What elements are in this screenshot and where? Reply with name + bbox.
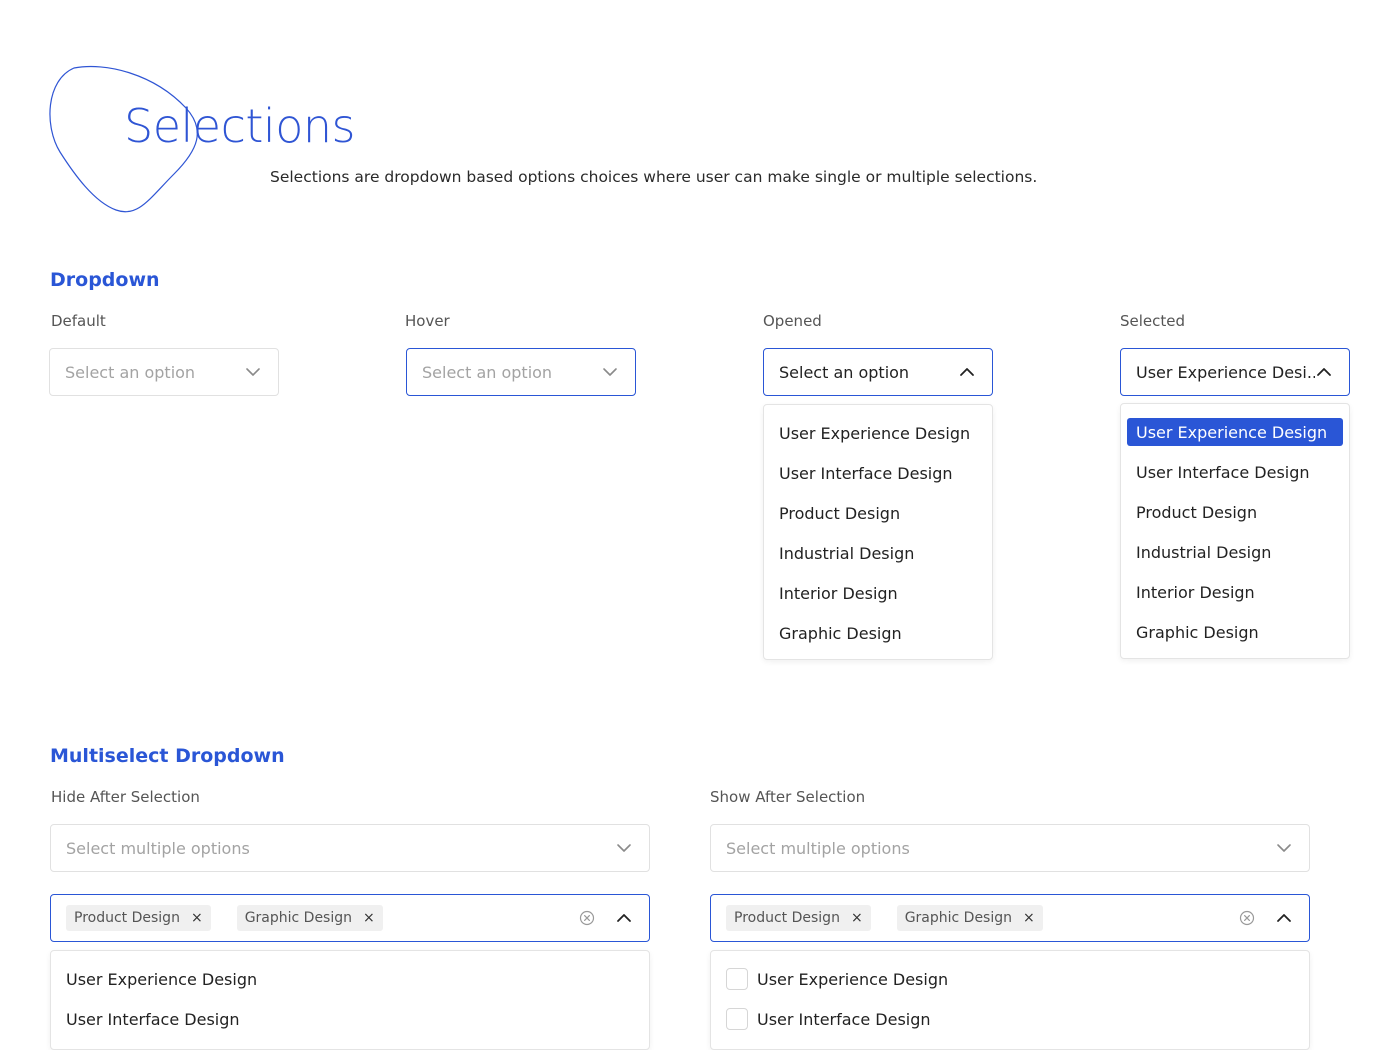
dropdown-option[interactable]: User Interface Design <box>1121 452 1349 492</box>
dropdown-opened[interactable]: Select an option <box>763 348 993 396</box>
multiselect-show-empty[interactable]: Select multiple options <box>710 824 1310 872</box>
close-icon[interactable]: × <box>363 910 375 926</box>
section-title-multiselect: Multiselect Dropdown <box>50 745 285 767</box>
chevron-down-icon <box>601 363 619 381</box>
multiselect-option[interactable]: User Interface Design <box>51 999 649 1039</box>
page-subtitle: Selections are dropdown based options ch… <box>270 168 1038 186</box>
multiselect-option[interactable]: User Experience Design <box>711 959 1309 999</box>
chip-label: Product Design <box>734 910 840 926</box>
dropdown-option[interactable]: Industrial Design <box>764 533 992 573</box>
chip-label: Graphic Design <box>244 910 353 926</box>
dropdown-option[interactable]: Graphic Design <box>1121 612 1349 652</box>
dropdown-option[interactable]: Product Design <box>1121 492 1349 532</box>
page-title: Selections <box>124 99 355 153</box>
chip-list: Product Design × Graphic Design × <box>726 905 1239 931</box>
chevron-up-icon <box>615 909 633 927</box>
chevron-down-icon <box>615 839 633 857</box>
dropdown-placeholder: Select an option <box>422 362 553 382</box>
checkbox[interactable] <box>726 1008 748 1030</box>
dropdown-selected[interactable]: User Experience Desi.. <box>1120 348 1350 396</box>
dropdown-placeholder: Select an option <box>779 362 910 382</box>
close-icon[interactable]: × <box>191 910 203 926</box>
chevron-down-icon <box>1275 839 1293 857</box>
multiselect-placeholder: Select multiple options <box>726 838 910 858</box>
chip-label: Graphic Design <box>904 910 1013 926</box>
multiselect-hide-empty[interactable]: Select multiple options <box>50 824 650 872</box>
chip-label: Product Design <box>74 910 180 926</box>
dropdown-option[interactable]: Interior Design <box>1121 572 1349 612</box>
option-label: User Experience Design <box>757 969 949 989</box>
multiselect-option[interactable]: User Experience Design <box>51 959 649 999</box>
section-title-dropdown: Dropdown <box>50 269 160 291</box>
multiselect-hide-filled[interactable]: Product Design × Graphic Design × <box>50 894 650 942</box>
label-hide-after-selection: Hide After Selection <box>51 788 200 806</box>
option-label: User Interface Design <box>757 1009 931 1029</box>
multiselect-hide-menu: User Experience Design User Interface De… <box>50 950 650 1050</box>
selected-chip: Product Design × <box>726 905 871 931</box>
dropdown-menu-opened: User Experience Design User Interface De… <box>763 404 993 660</box>
dropdown-menu-selected: User Experience Design User Interface De… <box>1120 403 1350 659</box>
label-selected: Selected <box>1120 312 1186 330</box>
selected-chip: Graphic Design × <box>236 905 383 931</box>
dropdown-option[interactable]: User Experience Design <box>764 413 992 453</box>
dropdown-selected-value: User Experience Desi.. <box>1136 362 1315 382</box>
multiselect-show-filled[interactable]: Product Design × Graphic Design × <box>710 894 1310 942</box>
dropdown-option[interactable]: User Interface Design <box>764 453 992 493</box>
dropdown-placeholder: Select an option <box>65 362 196 382</box>
label-show-after-selection: Show After Selection <box>710 788 866 806</box>
multiselect-option[interactable]: User Interface Design <box>711 999 1309 1039</box>
label-hover: Hover <box>405 312 450 330</box>
dropdown-option[interactable]: Interior Design <box>764 573 992 613</box>
clear-circle-icon[interactable] <box>1239 910 1255 926</box>
clear-circle-icon[interactable] <box>579 910 595 926</box>
chip-list: Product Design × Graphic Design × <box>66 905 579 931</box>
dropdown-hover[interactable]: Select an option <box>406 348 636 396</box>
dropdown-default[interactable]: Select an option <box>49 348 279 396</box>
chevron-up-icon <box>1315 363 1333 381</box>
close-icon[interactable]: × <box>851 910 863 926</box>
dropdown-option[interactable]: Product Design <box>764 493 992 533</box>
label-opened: Opened <box>763 312 822 330</box>
chevron-up-icon <box>958 363 976 381</box>
chevron-up-icon <box>1275 909 1293 927</box>
multiselect-placeholder: Select multiple options <box>66 838 250 858</box>
dropdown-option[interactable]: Graphic Design <box>764 613 992 653</box>
label-default: Default <box>51 312 106 330</box>
close-icon[interactable]: × <box>1023 910 1035 926</box>
checkbox[interactable] <box>726 968 748 990</box>
chevron-down-icon <box>244 363 262 381</box>
selected-chip: Graphic Design × <box>896 905 1043 931</box>
dropdown-option-selected[interactable]: User Experience Design <box>1127 418 1343 446</box>
selected-chip: Product Design × <box>66 905 211 931</box>
multiselect-show-menu: User Experience Design User Interface De… <box>710 950 1310 1050</box>
dropdown-option[interactable]: Industrial Design <box>1121 532 1349 572</box>
